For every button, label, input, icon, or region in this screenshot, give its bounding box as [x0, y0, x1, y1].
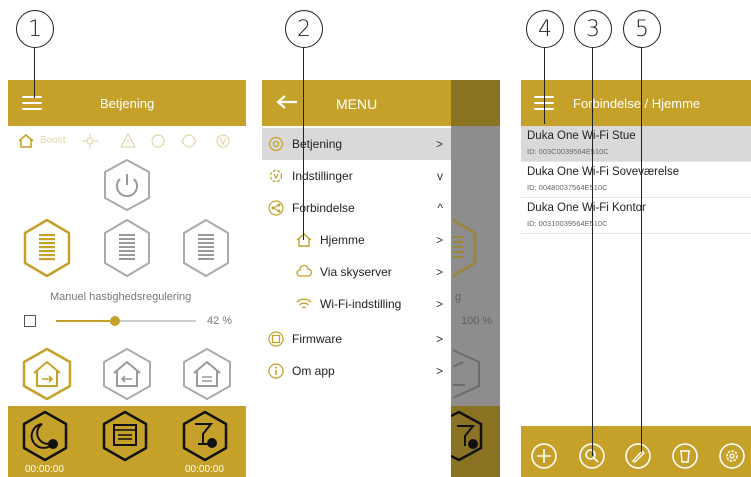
- device-name: Duka One Wi-Fi Stue: [527, 130, 636, 142]
- chevron-up-icon: ^: [437, 201, 443, 215]
- menu-item-label: Om app: [292, 364, 335, 378]
- speed-1-icon[interactable]: [21, 218, 73, 278]
- speed-checkbox[interactable]: [24, 315, 36, 327]
- alert-tab-icon[interactable]: [120, 133, 136, 149]
- back-arrow-icon[interactable]: [276, 94, 298, 110]
- menu-item-via-skyserver[interactable]: Via skyserver >: [262, 256, 451, 288]
- menu-item-label: Wi-Fi-indstilling: [320, 297, 402, 311]
- leader-line-4: [544, 48, 546, 124]
- chevron-right-icon: >: [435, 137, 443, 151]
- menu-item-label: Indstillinger: [292, 169, 353, 183]
- dim-mode-icon: [453, 349, 480, 399]
- cloud-icon: [296, 264, 312, 277]
- menu-item-om-app[interactable]: Om app >: [262, 355, 451, 387]
- device-name: Duka One Wi-Fi Soveværelse: [527, 166, 680, 178]
- dim-speed-icon: [453, 218, 477, 278]
- speed-label: Manuel hastighedsregulering: [50, 291, 192, 303]
- leader-line-1: [34, 48, 36, 98]
- home-tab-icon[interactable]: [18, 134, 34, 148]
- device-item[interactable]: Duka One Wi-Fi Soveværelse ID: 004800375…: [521, 162, 751, 198]
- callout-2: 2: [285, 10, 323, 48]
- party-timer-icon[interactable]: [180, 410, 230, 462]
- speed-slider-thumb[interactable]: [109, 316, 120, 326]
- menu-icon[interactable]: [22, 96, 42, 110]
- device-item[interactable]: Duka One Wi-Fi Stue ID: 003C0039564E510C: [521, 126, 751, 162]
- mode-supply-icon[interactable]: [180, 347, 234, 401]
- dim-timer-icon: [451, 410, 483, 462]
- settings-icon[interactable]: [718, 442, 746, 470]
- night-timer-value: 00:00:00: [25, 464, 64, 475]
- screen2-dim-header: [451, 80, 500, 126]
- callout-5: 5: [623, 10, 661, 48]
- leader-line-3: [592, 48, 594, 456]
- humidity-tab-icon[interactable]: [150, 133, 166, 149]
- screen1-title: Betjening: [100, 96, 155, 111]
- menu-item-hjemme[interactable]: Hjemme >: [262, 224, 451, 256]
- schedule-icon[interactable]: [100, 410, 150, 462]
- callout-1: 1: [16, 10, 54, 48]
- speed-3-icon[interactable]: [180, 218, 232, 278]
- wifi-icon: [296, 298, 312, 309]
- menu-item-label: Hjemme: [320, 233, 365, 247]
- connection-icon: [268, 200, 284, 216]
- leader-line-5: [641, 48, 643, 452]
- speed-slider-fill: [56, 320, 115, 322]
- speed-slider-track[interactable]: [56, 316, 196, 326]
- chevron-right-icon: >: [435, 297, 443, 311]
- mode-ventilation-icon[interactable]: [100, 347, 154, 401]
- menu-item-forbindelse[interactable]: Forbindelse ^: [262, 192, 451, 224]
- device-id: ID: 00480037564E510C: [527, 183, 608, 192]
- add-icon[interactable]: [530, 442, 558, 470]
- menu-item-label: Firmware: [292, 332, 342, 346]
- info-icon: [268, 363, 284, 379]
- menu-title: MENU: [336, 96, 378, 112]
- delete-icon[interactable]: [671, 442, 699, 470]
- sensor-tab-icon[interactable]: [180, 133, 198, 149]
- chevron-right-icon: >: [435, 233, 443, 247]
- night-timer-icon[interactable]: [20, 410, 70, 462]
- power-icon[interactable]: [101, 158, 153, 212]
- chevron-right-icon: >: [435, 265, 443, 279]
- mode-exhaust-icon[interactable]: [20, 347, 74, 401]
- menu-panel: Betjening > Indstillinger v Forbindelse …: [262, 126, 451, 477]
- device-list: Duka One Wi-Fi Stue ID: 003C0039564E510C…: [521, 126, 751, 426]
- callout-3: 3: [574, 10, 612, 48]
- fan-tab-icon[interactable]: [80, 133, 100, 149]
- chevron-down-icon: v: [437, 169, 443, 183]
- leader-line-2: [303, 48, 305, 240]
- speed-value: 42 %: [207, 315, 233, 327]
- chevron-right-icon: >: [435, 364, 443, 378]
- dim-fragment-pct: 100 %: [461, 315, 493, 327]
- menu-item-betjening[interactable]: Betjening >: [262, 128, 451, 160]
- menu-item-label: Via skyserver: [320, 265, 392, 279]
- betjening-icon: [268, 136, 284, 152]
- settings-icon: [269, 169, 283, 183]
- callout-4: 4: [526, 10, 564, 48]
- device-item[interactable]: Duka One Wi-Fi Kontor ID: 00310039564E51…: [521, 198, 751, 234]
- tab-boost[interactable]: Boost: [40, 135, 66, 146]
- speed-2-icon[interactable]: [101, 218, 153, 278]
- edit-icon[interactable]: [624, 442, 652, 470]
- device-id: ID: 00310039564E510C: [527, 219, 608, 228]
- menu-item-indstillinger[interactable]: Indstillinger v: [262, 160, 451, 192]
- dim-fragment-g: g: [455, 291, 462, 303]
- device-id: ID: 003C0039564E510C: [527, 147, 609, 156]
- chevron-right-icon: >: [435, 332, 443, 346]
- device-name: Duka One Wi-Fi Kontor: [527, 202, 646, 214]
- menu-item-firmware[interactable]: Firmware >: [262, 323, 451, 355]
- firmware-icon: [268, 331, 284, 347]
- menu-item-wifi-indstilling[interactable]: Wi-Fi-indstilling >: [262, 288, 451, 320]
- menu-item-label: Forbindelse: [292, 201, 355, 215]
- menu-item-label: Betjening: [292, 137, 343, 151]
- party-timer-value: 00:00:00: [185, 464, 224, 475]
- voc-tab-icon[interactable]: [214, 133, 232, 149]
